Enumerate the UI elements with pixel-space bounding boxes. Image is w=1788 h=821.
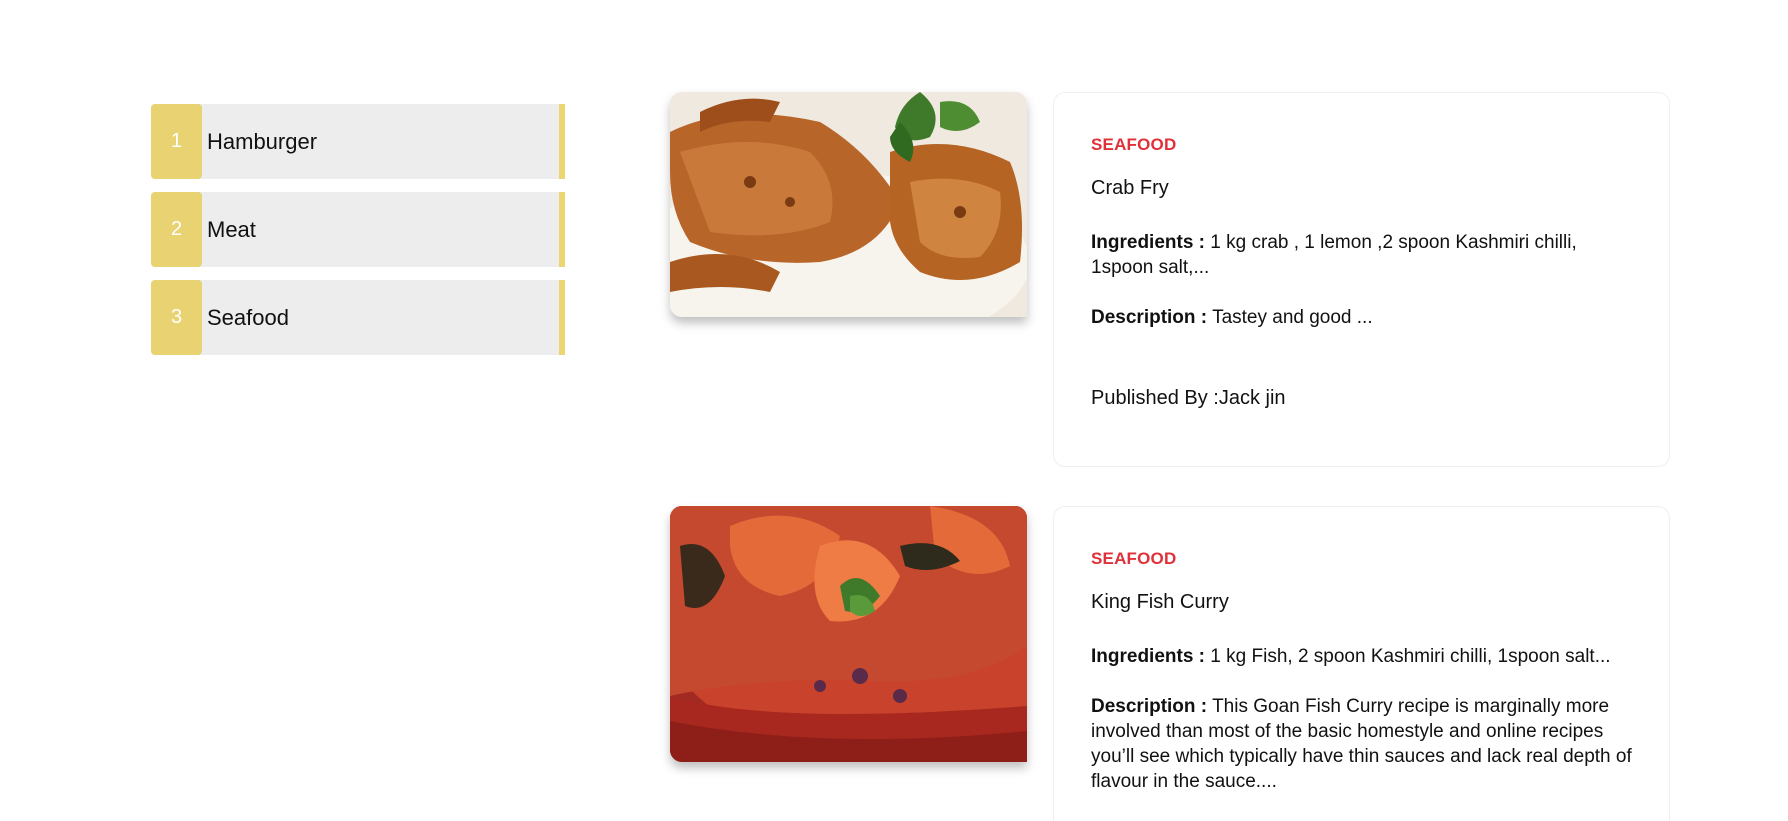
category-number: 2: [151, 192, 202, 267]
ingredients-label: Ingredients :: [1091, 232, 1206, 253]
description-label: Description :: [1091, 307, 1208, 328]
category-number: 3: [151, 280, 202, 355]
recipe-title[interactable]: Crab Fry: [1091, 177, 1632, 200]
category-list: 1 Hamburger 2 Meat 3 Seafood: [151, 104, 565, 368]
recipe-image[interactable]: [670, 92, 1027, 317]
recipe-category: SEAFOOD: [1091, 135, 1177, 154]
category-item-hamburger[interactable]: 1 Hamburger: [151, 104, 565, 179]
ingredients-label: Ingredients :: [1091, 646, 1206, 667]
category-number: 1: [151, 104, 202, 179]
recipe-ingredients: Ingredients : 1 kg Fish, 2 spoon Kashmir…: [1091, 644, 1632, 669]
recipe-description: Description : Tastey and good ...: [1091, 305, 1632, 330]
fish-curry-photo: [670, 506, 1027, 762]
category-item-meat[interactable]: 2 Meat: [151, 192, 565, 267]
recipe-info-card: SEAFOOD Crab Fry Ingredients : 1 kg crab…: [1053, 92, 1670, 467]
ingredients-text: 1 kg Fish, 2 spoon Kashmiri chilli, 1spo…: [1210, 646, 1611, 667]
published-by: Published By :Jack jin: [1091, 387, 1286, 409]
category-label: Seafood: [207, 304, 289, 330]
recipe-description: Description : This Goan Fish Curry recip…: [1091, 694, 1632, 794]
recipe-category: SEAFOOD: [1091, 549, 1177, 568]
category-label: Meat: [207, 216, 256, 242]
description-text: Tastey and good ...: [1212, 307, 1373, 328]
recipe-info-card: SEAFOOD King Fish Curry Ingredients : 1 …: [1053, 506, 1670, 821]
recipe-image[interactable]: [670, 506, 1027, 762]
recipe-ingredients: Ingredients : 1 kg crab , 1 lemon ,2 spo…: [1091, 230, 1632, 280]
category-item-seafood[interactable]: 3 Seafood: [151, 280, 565, 355]
crab-fry-photo: [670, 92, 1027, 317]
description-label: Description :: [1091, 696, 1208, 717]
recipe-title[interactable]: King Fish Curry: [1091, 591, 1632, 614]
category-label: Hamburger: [207, 128, 318, 154]
page: 1 Hamburger 2 Meat 3 Seafood SEAFOOD Cra…: [0, 0, 1788, 821]
